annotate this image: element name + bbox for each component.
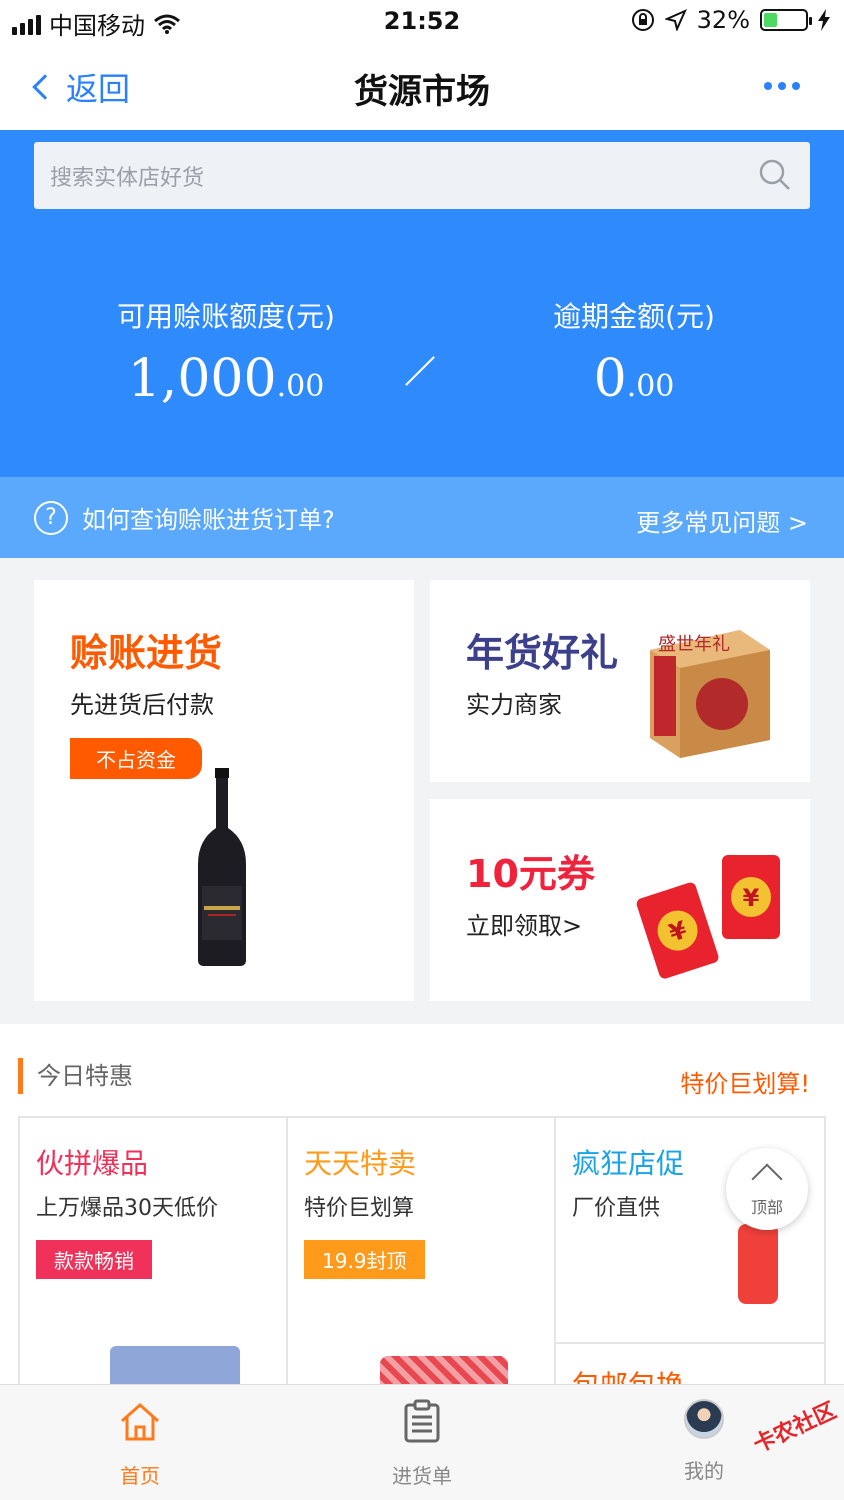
charging-icon <box>818 9 830 31</box>
today-more-link[interactable]: 特价巨划算! <box>680 1064 810 1099</box>
divider <box>405 356 435 386</box>
today-cell-title: 天天特卖 <box>304 1147 417 1180</box>
red-envelope-icon: ¥ ¥ <box>636 855 780 979</box>
promo-credit-buy-subtitle: 先进货后付款 <box>70 691 214 719</box>
overdue-decimal: .00 <box>626 369 675 404</box>
tab-mine-label: 我的 <box>684 1459 724 1483</box>
gift-box-icon: 盛世年礼 <box>650 630 770 758</box>
today-section: 今日特惠 特价巨划算! 伙拼爆品 上万爆品30天低价 款款畅销 天天特卖 特价巨… <box>0 1024 844 1386</box>
rotation-lock-icon <box>631 9 654 31</box>
today-cell-tag: 19.9封顶 <box>304 1240 425 1279</box>
today-cell-daily-sale[interactable]: 天天特卖 特价巨划算 19.9封顶 <box>288 1118 556 1386</box>
faq-question[interactable]: ? 如何查询赊账进货订单? <box>34 500 335 535</box>
phone-case-image <box>738 1224 778 1304</box>
promo-new-year[interactable]: 年货好礼 实力商家 盛世年礼 <box>430 580 810 782</box>
available-credit-amount: 1,000.00 <box>76 349 376 409</box>
back-to-top-label: 顶部 <box>750 1198 783 1217</box>
page-title: 货源市场 <box>354 72 490 112</box>
help-icon: ? <box>34 500 68 535</box>
promo-coupon[interactable]: 10元券 立即领取> ¥ ¥ <box>430 799 810 1001</box>
faq-bar: ? 如何查询赊账进货订单? 更多常见问题 > <box>0 477 844 558</box>
overdue-amount: 逾期金额(元) 0.00 <box>484 295 784 409</box>
faq-more-link[interactable]: 更多常见问题 > <box>636 503 808 538</box>
battery-icon <box>760 9 812 31</box>
clipboard-icon <box>404 1399 440 1443</box>
overdue-value: 0.00 <box>484 349 784 409</box>
page: 中国移动 21:52 32% 返回 货源市场 搜索实体店好货 可用赊账额度(元)… <box>0 0 844 1500</box>
avatar <box>684 1399 724 1439</box>
today-grid: 伙拼爆品 上万爆品30天低价 款款畅销 天天特卖 特价巨划算 19.9封顶 疯狂… <box>18 1116 826 1386</box>
promo-credit-buy[interactable]: 赊账进货 先进货后付款 不占资金 <box>34 580 414 1001</box>
today-cell-subtitle: 上万爆品30天低价 <box>36 1196 218 1221</box>
home-icon <box>121 1402 159 1441</box>
available-credit-decimal: .00 <box>276 369 325 404</box>
status-bar: 中国移动 21:52 32% <box>0 0 844 42</box>
wallet-image <box>110 1346 240 1384</box>
available-credit: 可用赊账额度(元) 1,000.00 <box>76 295 376 409</box>
today-cell-free-shipping[interactable]: 包邮包换 <box>556 1344 826 1386</box>
chevron-up-icon <box>751 1163 783 1195</box>
search-input[interactable]: 搜索实体店好货 <box>34 142 810 209</box>
battery-level <box>764 13 777 27</box>
today-cell-group-buy[interactable]: 伙拼爆品 上万爆品30天低价 款款畅销 <box>20 1118 288 1386</box>
location-icon <box>664 9 687 31</box>
tab-home[interactable]: 首页 <box>70 1397 210 1489</box>
today-cell-tag: 款款畅销 <box>36 1240 152 1279</box>
nav-bar: 返回 货源市场 <box>0 42 844 130</box>
today-cell-title: 包邮包换 <box>572 1369 685 1386</box>
available-credit-integer: 1,000 <box>127 349 277 409</box>
towel-image <box>380 1356 508 1384</box>
status-right: 32% <box>631 6 830 34</box>
credit-header: 搜索实体店好货 可用赊账额度(元) 1,000.00 逾期金额(元) 0.00 <box>0 130 844 477</box>
wine-bottle-icon <box>198 768 246 966</box>
promo-credit-buy-title: 赊账进货 <box>70 631 223 675</box>
more-icon[interactable] <box>764 82 800 90</box>
tab-bar: 首页 进货单 我的 <box>0 1384 844 1500</box>
overdue-label: 逾期金额(元) <box>553 300 715 333</box>
tab-purchase-list-label: 进货单 <box>392 1464 452 1488</box>
search-icon[interactable] <box>758 158 792 192</box>
today-heading: 今日特惠 <box>18 1058 133 1094</box>
available-credit-label: 可用赊账额度(元) <box>117 300 335 333</box>
promo-credit-buy-badge: 不占资金 <box>70 738 202 779</box>
tab-home-label: 首页 <box>120 1464 160 1488</box>
svg-text:¥: ¥ <box>743 884 760 912</box>
faq-question-text: 如何查询赊账进货订单? <box>82 506 335 534</box>
back-to-top-button[interactable]: 顶部 <box>726 1148 808 1230</box>
today-cell-title: 伙拼爆品 <box>36 1147 149 1180</box>
gift-box-text: 盛世年礼 <box>658 634 730 655</box>
search-placeholder: 搜索实体店好货 <box>50 166 205 191</box>
overdue-integer: 0 <box>593 349 627 409</box>
battery-percent: 32% <box>696 6 750 34</box>
tab-purchase-list[interactable]: 进货单 <box>352 1397 492 1489</box>
today-cell-subtitle: 特价巨划算 <box>304 1196 415 1221</box>
